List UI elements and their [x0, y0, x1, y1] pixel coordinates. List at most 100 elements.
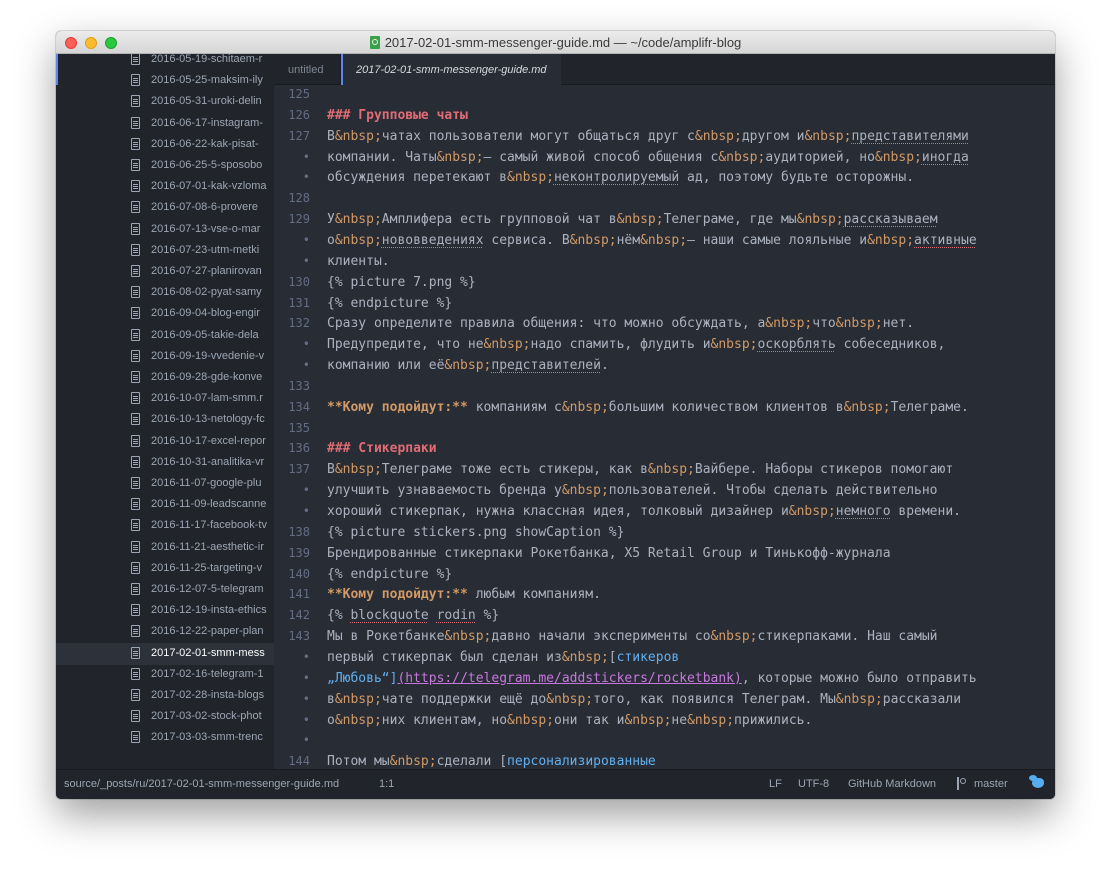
sidebar-file-item[interactable]: 2016-11-07-google-plu: [56, 473, 274, 495]
line-number: 142: [288, 608, 310, 623]
line-ending-selector[interactable]: LF: [769, 778, 782, 790]
code-line: ### Групповые чаты: [327, 106, 468, 126]
sidebar-file-item[interactable]: 2016-12-19-insta-ethics: [56, 600, 274, 622]
sidebar-file-item[interactable]: 2016-07-23-utm-metki: [56, 240, 274, 262]
line-number: 134: [288, 399, 310, 414]
file-name: 2016-09-04-blog-engir: [151, 307, 260, 320]
sidebar-file-item[interactable]: 2016-10-07-lam-smm.r: [56, 388, 274, 410]
sidebar-file-item[interactable]: 2017-02-01-smm-mess: [56, 642, 274, 665]
code-token: сделали [: [436, 754, 508, 769]
soft-wrap-marker: •: [302, 232, 310, 247]
code-line: ### Стикерпаки: [327, 439, 437, 459]
line-number: 131: [288, 295, 310, 310]
line-number: 141: [288, 587, 310, 602]
code-token: компаниям с: [467, 399, 562, 415]
sidebar-file-item[interactable]: 2016-07-08-6-provere: [56, 197, 274, 219]
sidebar-file-item[interactable]: 2016-06-17-instagram-: [56, 113, 274, 135]
sidebar-file-item[interactable]: 2016-05-31-uroki-delin: [56, 91, 274, 113]
sidebar-file-item[interactable]: 2016-11-17-facebook-tv: [56, 515, 274, 537]
file-name: 2016-09-19-vvedenie-v: [151, 349, 265, 362]
sidebar-file-item[interactable]: 2016-09-05-takie-dela: [56, 325, 274, 347]
sidebar-file-item[interactable]: 2016-10-31-analitika-vr: [56, 452, 274, 474]
file-name: 2016-10-31-analitika-vr: [151, 455, 265, 468]
sidebar-file-item[interactable]: 2016-11-25-targeting-v: [56, 558, 274, 580]
code-line: компанию или её&nbsp;представителей.: [327, 356, 609, 376]
code-token: blockquote: [350, 608, 429, 624]
code-token: &nbsp;: [765, 316, 813, 332]
code-line: Потом мы&nbsp;сделали [персонализированн…: [327, 752, 656, 769]
sidebar-file-item[interactable]: 2016-11-09-leadscanne: [56, 494, 274, 516]
sidebar-file-item[interactable]: 2017-02-16-telegram-1: [56, 664, 274, 686]
sidebar-file-item[interactable]: 2016-09-28-gde-konve: [56, 367, 274, 389]
grammar-selector[interactable]: GitHub Markdown: [848, 778, 936, 790]
code-token: &nbsp;: [569, 232, 617, 248]
git-branch[interactable]: master: [974, 778, 1008, 790]
file-name: 2016-12-22-paper-plan: [151, 625, 264, 638]
code-line: первый стикерпак был сделан из&nbsp;[сти…: [327, 648, 679, 668]
sidebar-file-item[interactable]: 2016-08-02-pyat-samy: [56, 282, 274, 304]
sidebar-file-item[interactable]: 2017-03-03-smm-trenc: [56, 727, 274, 749]
sidebar-file-item[interactable]: 2016-11-21-aesthetic-ir: [56, 537, 274, 559]
code-token: о: [327, 232, 335, 248]
code-line: хороший стикерпак, нужна классная идея, …: [327, 502, 961, 522]
code-token: &nbsp;: [334, 128, 382, 144]
code-token: &nbsp;: [616, 212, 664, 228]
file-path[interactable]: source/_posts/ru/2017-02-01-smm-messenge…: [64, 778, 339, 790]
code-token: Брендированные стикерпаки Рокетбанка, X5…: [327, 545, 891, 561]
file-icon: [131, 646, 140, 659]
code-token: &nbsp;: [334, 232, 382, 248]
code-line: „Любовь“](https://telegram.me/addsticker…: [327, 669, 977, 689]
tab-active-file[interactable]: 2017-02-01-smm-messenger-guide.md: [341, 54, 561, 85]
file-name: 2016-10-17-excel-repor: [151, 434, 266, 447]
line-number: 140: [288, 566, 310, 581]
sidebar-file-item[interactable]: 2016-07-27-planirovan: [56, 261, 274, 283]
code-token: &nbsp;: [788, 504, 836, 519]
tab-untitled[interactable]: untitled: [274, 54, 341, 85]
file-icon: [131, 328, 140, 341]
sidebar-file-item[interactable]: 2016-06-22-kak-pisat-: [56, 134, 274, 156]
tree-view[interactable]: 2016-05-19-schitaem-r 2016-05-25-maksim-i…: [56, 54, 274, 769]
code-token: Вайбере. Наборы стикеров помогают: [694, 462, 954, 478]
bird-icon[interactable]: [1029, 775, 1044, 788]
sidebar-file-item[interactable]: 2016-06-25-5-sposobo: [56, 155, 274, 177]
code-token: — наши самые лояльные и: [687, 232, 868, 248]
code-token: &nbsp;: [624, 712, 672, 728]
code-token: &nbsp;: [546, 691, 594, 707]
sidebar-file-item[interactable]: 2016-10-17-excel-repor: [56, 431, 274, 453]
cursor-position[interactable]: 1:1: [379, 778, 394, 790]
code-token: „Любовь“]: [327, 670, 398, 686]
code-area[interactable]: ### Групповые чаты В&nbsp;чатах пользоват…: [327, 85, 1055, 769]
sidebar-file-item[interactable]: 2016-05-25-maksim-ily: [56, 70, 274, 92]
code-token: времени.: [890, 504, 961, 519]
code-token: &nbsp;: [444, 358, 492, 374]
file-name: 2017-02-01-smm-mess: [151, 646, 265, 659]
code-token: &nbsp;: [561, 399, 609, 415]
sidebar-file-item[interactable]: 2016-09-19-vvedenie-v: [56, 346, 274, 368]
code-line: клиенты.: [327, 252, 390, 272]
sidebar-file-item[interactable]: 2016-07-13-vse-o-mar: [56, 219, 274, 241]
soft-wrap-marker: •: [302, 149, 310, 164]
sidebar-file-item[interactable]: 2016-07-01-kak-vzloma: [56, 176, 274, 198]
code-token: (https://telegram.me/addstickers/rocketb…: [397, 670, 742, 686]
code-token: компанию или её: [327, 358, 445, 374]
sidebar-file-item[interactable]: 2016-12-07-5-telegram: [56, 579, 274, 601]
file-name: 2016-07-27-planirovan: [151, 265, 262, 277]
text-editor[interactable]: 125 126 127 • • 128 129 • • 130 131 132 • • 133 134 135 1…: [274, 85, 1055, 769]
code-token: Предупредите, что не: [327, 337, 484, 353]
soft-wrap-marker: •: [302, 733, 310, 748]
encoding-selector[interactable]: UTF-8: [798, 778, 829, 790]
code-line: Мы в Рокетбанке&nbsp;давно начали экспер…: [327, 627, 938, 647]
file-name: 2016-07-01-kak-vzloma: [151, 180, 267, 193]
code-token: &nbsp;: [483, 337, 531, 353]
code-token: представителей: [491, 358, 601, 374]
soft-wrap-marker: •: [302, 483, 310, 498]
code-token: собеседников,: [835, 337, 946, 353]
sidebar-file-item[interactable]: 2016-09-04-blog-engir: [56, 303, 274, 325]
sidebar-file-item[interactable]: 2017-03-02-stock-phot: [56, 706, 274, 728]
sidebar-file-item[interactable]: 2017-02-28-insta-blogs: [56, 685, 274, 707]
code-token: &nbsp;: [710, 337, 758, 353]
sidebar-file-item[interactable]: 2016-12-22-paper-plan: [56, 621, 274, 643]
tab-label: 2017-02-01-smm-messenger-guide.md: [356, 63, 547, 76]
sidebar-file-item[interactable]: 2016-10-13-netology-fc: [56, 409, 274, 431]
sidebar-file-item[interactable]: 2016-05-19-schitaem-r: [56, 54, 274, 71]
